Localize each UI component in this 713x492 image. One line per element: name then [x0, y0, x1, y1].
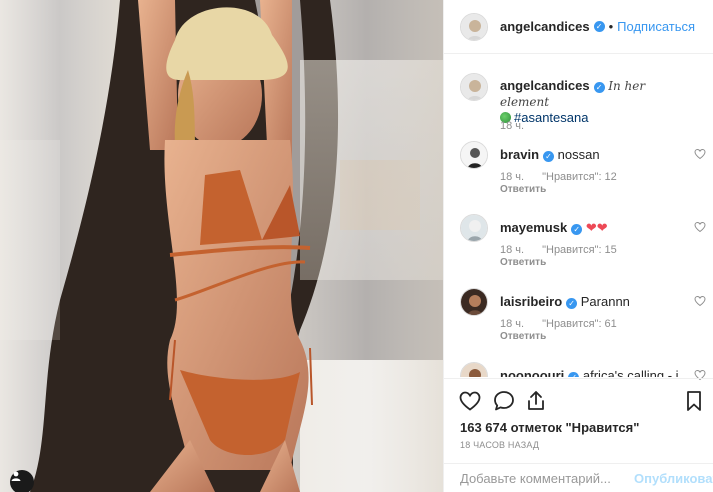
comment-body: mayemusk ✓ ❤❤	[500, 220, 690, 236]
avatar[interactable]	[460, 214, 488, 242]
comment-meta: 18 ч. "Нравится": 12	[500, 171, 635, 183]
comment-time[interactable]: 18 ч.	[500, 244, 524, 256]
publish-button[interactable]: Опубликовать	[634, 471, 713, 486]
comment-username[interactable]: mayemusk	[500, 220, 567, 235]
avatar[interactable]	[460, 73, 488, 101]
comment-likes[interactable]: "Нравится": 12	[542, 171, 617, 183]
separator-dot: •	[608, 19, 614, 34]
comment-username[interactable]: bravin	[500, 147, 539, 162]
avatar[interactable]	[460, 288, 488, 316]
comment-time[interactable]: 18 ч.	[500, 318, 524, 330]
verified-badge-icon: ✓	[543, 151, 555, 162]
avatar[interactable]	[460, 141, 488, 169]
comments-list[interactable]: angelcandices ✓ In her element #asantesan…	[444, 55, 713, 377]
person-tag-icon[interactable]	[10, 470, 34, 492]
comment-icon[interactable]	[492, 389, 516, 413]
comment-likes[interactable]: "Нравится": 15	[542, 244, 617, 256]
avatar[interactable]	[460, 362, 488, 377]
comment-body: noonoouri ✓ africa's calling - i	[500, 368, 690, 377]
post-actions-bar	[444, 378, 713, 422]
comment-body: bravin ✓ nossan	[500, 147, 690, 163]
post-side-panel: angelcandices ✓ • Подписаться angelcandi…	[443, 0, 713, 492]
comment-text: africa's calling - i	[582, 368, 679, 377]
heart-icon[interactable]	[694, 221, 706, 233]
comment-text: nossan	[557, 147, 600, 162]
post-header: angelcandices ✓ • Подписаться	[444, 0, 713, 54]
heart-icon[interactable]	[694, 295, 706, 307]
verified-badge-icon: ✓	[568, 372, 580, 377]
comment-time[interactable]: 18 ч.	[500, 171, 524, 183]
header-username[interactable]: angelcandices	[500, 19, 590, 34]
photo-illustration	[0, 0, 443, 492]
likes-count[interactable]: 163 674 отметок "Нравится"	[460, 420, 639, 435]
reply-button[interactable]: Ответить	[500, 184, 546, 195]
comment-input[interactable]	[460, 471, 630, 486]
verified-badge-icon: ✓	[593, 21, 605, 32]
avatar[interactable]	[460, 12, 488, 41]
verified-badge-icon: ✓	[593, 82, 605, 93]
caption-body: angelcandices ✓ In her element #asantesan…	[500, 78, 690, 126]
comment-meta: 18 ч. "Нравится": 15	[500, 244, 635, 256]
reply-button[interactable]: Ответить	[500, 331, 546, 342]
heart-icon[interactable]	[458, 389, 482, 413]
comment-text: ❤❤	[585, 220, 608, 235]
caption-meta: 18 ч.	[500, 120, 542, 132]
comment-body: laisribeiro ✓ Parannn	[500, 294, 690, 310]
heart-icon[interactable]	[694, 148, 706, 160]
share-icon[interactable]	[524, 389, 548, 413]
post-photo[interactable]	[0, 0, 443, 492]
verified-badge-icon: ✓	[566, 298, 578, 309]
comment-username[interactable]: laisribeiro	[500, 294, 562, 309]
comment-text: Parannn	[580, 294, 630, 309]
comment-username[interactable]: noonoouri	[500, 368, 564, 377]
comment-likes[interactable]: "Нравится": 61	[542, 318, 617, 330]
add-comment-bar: Опубликовать	[444, 463, 713, 492]
reply-button[interactable]: Ответить	[500, 257, 546, 268]
bookmark-icon[interactable]	[682, 389, 706, 413]
caption-username[interactable]: angelcandices	[500, 78, 590, 93]
caption-time[interactable]: 18 ч.	[500, 120, 524, 132]
post-time[interactable]: 18 ЧАСОВ НАЗАД	[460, 440, 539, 450]
instagram-post: angelcandices ✓ • Подписаться angelcandi…	[0, 0, 713, 492]
comment-meta: 18 ч. "Нравится": 61	[500, 318, 635, 330]
verified-badge-icon: ✓	[571, 224, 583, 235]
follow-button[interactable]: Подписаться	[617, 19, 695, 34]
